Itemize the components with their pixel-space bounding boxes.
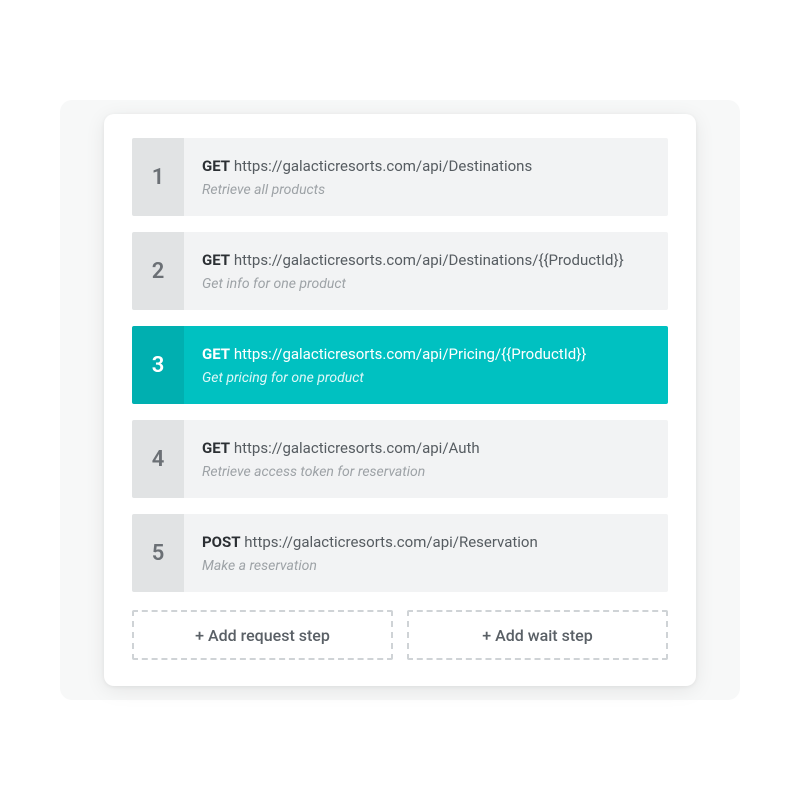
step-method: GET (202, 251, 230, 269)
step-description: Retrieve all products (202, 181, 650, 199)
step-number: 5 (132, 514, 184, 592)
step-row[interactable]: 1 GET https://galacticresorts.com/api/De… (132, 138, 668, 216)
step-url: https://galacticresorts.com/api/Auth (234, 439, 480, 457)
step-description: Get info for one product (202, 275, 650, 293)
step-body: GET https://galacticresorts.com/api/Dest… (184, 232, 668, 310)
step-list: 1 GET https://galacticresorts.com/api/De… (132, 138, 668, 592)
step-request-line: GET https://galacticresorts.com/api/Dest… (202, 157, 650, 177)
step-request-line: GET https://galacticresorts.com/api/Auth (202, 439, 650, 459)
step-row[interactable]: 4 GET https://galacticresorts.com/api/Au… (132, 420, 668, 498)
step-body: GET https://galacticresorts.com/api/Pric… (184, 326, 668, 404)
step-request-line: POST https://galacticresorts.com/api/Res… (202, 533, 650, 553)
step-method: POST (202, 533, 241, 551)
add-request-step-button[interactable]: + Add request step (132, 610, 393, 660)
step-method: GET (202, 345, 230, 363)
step-description: Get pricing for one product (202, 369, 650, 387)
step-request-line: GET https://galacticresorts.com/api/Pric… (202, 345, 650, 365)
step-number: 2 (132, 232, 184, 310)
step-body: GET https://galacticresorts.com/api/Dest… (184, 138, 668, 216)
step-body: POST https://galacticresorts.com/api/Res… (184, 514, 668, 592)
add-step-button-row: + Add request step + Add wait step (132, 610, 668, 660)
step-row[interactable]: 5 POST https://galacticresorts.com/api/R… (132, 514, 668, 592)
step-number: 3 (132, 326, 184, 404)
step-description: Retrieve access token for reservation (202, 463, 650, 481)
step-body: GET https://galacticresorts.com/api/Auth… (184, 420, 668, 498)
step-request-line: GET https://galacticresorts.com/api/Dest… (202, 251, 650, 271)
step-method: GET (202, 157, 230, 175)
step-url: https://galacticresorts.com/api/Pricing/… (234, 345, 587, 363)
steps-panel: 1 GET https://galacticresorts.com/api/De… (104, 114, 696, 686)
step-description: Make a reservation (202, 557, 650, 575)
step-url: https://galacticresorts.com/api/Reservat… (244, 533, 538, 551)
step-row[interactable]: 2 GET https://galacticresorts.com/api/De… (132, 232, 668, 310)
step-method: GET (202, 439, 230, 457)
step-url: https://galacticresorts.com/api/Destinat… (234, 251, 624, 269)
step-url: https://galacticresorts.com/api/Destinat… (234, 157, 532, 175)
step-number: 1 (132, 138, 184, 216)
step-number: 4 (132, 420, 184, 498)
step-row[interactable]: 3 GET https://galacticresorts.com/api/Pr… (132, 326, 668, 404)
add-wait-step-button[interactable]: + Add wait step (407, 610, 668, 660)
